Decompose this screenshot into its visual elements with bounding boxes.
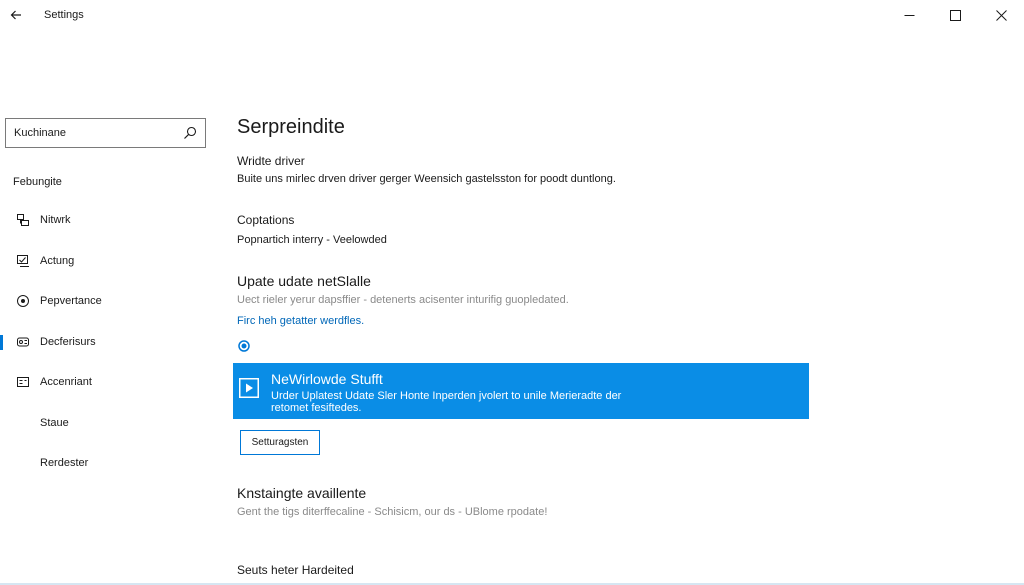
minimize-icon — [904, 14, 914, 16]
activity-icon — [17, 254, 29, 267]
sidebar-item-label: Accenriant — [40, 376, 92, 389]
sidebar: Febungite Nitwrk Actung — [0, 30, 222, 583]
close-button[interactable] — [978, 0, 1024, 30]
sidebar-item-register[interactable]: Rerdester — [0, 443, 222, 484]
sidebar-item-status[interactable]: Staue — [0, 403, 222, 444]
sidebar-item-devices[interactable]: Decferisurs — [0, 322, 222, 363]
play-icon — [239, 378, 259, 398]
settings-button[interactable]: Setturagsten — [240, 430, 320, 455]
sidebar-item-label: Staue — [40, 416, 69, 429]
main-content: Serpreindite Wridte driver Buite uns mir… — [233, 30, 1017, 583]
update-description: Uect rieler yerur dapsffier - detenerts … — [237, 294, 569, 306]
window-controls — [886, 0, 1024, 30]
driver-description: Buite uns mirlec drven driver gerger Wee… — [237, 173, 616, 185]
sidebar-item-label: Rerdester — [40, 457, 89, 470]
banner-title: NeWirlowde Stufft — [271, 371, 383, 387]
sidebar-item-performance[interactable]: Pepvertance — [0, 281, 222, 322]
search-input[interactable] — [14, 127, 184, 139]
window-title: Settings — [44, 9, 84, 21]
footer-heading: Seuts heter Hardeited — [237, 563, 354, 577]
performance-icon — [17, 295, 29, 307]
available-description: Gent the tigs diterffecaline - Schisicm,… — [237, 506, 548, 518]
page-title: Serpreindite — [237, 116, 345, 138]
sidebar-item-label: Nitwrk — [40, 214, 71, 227]
sidebar-section-label: Febungite — [13, 176, 62, 188]
network-icon — [17, 214, 29, 226]
account-icon — [17, 377, 29, 387]
available-heading: Knstaingte availlente — [237, 485, 367, 501]
sidebar-item-label: Actung — [40, 254, 75, 267]
options-heading: Coptations — [237, 213, 295, 227]
maximize-button[interactable] — [932, 0, 978, 30]
sidebar-item-network[interactable]: Nitwrk — [0, 200, 222, 241]
driver-heading: Wridte driver — [237, 154, 305, 168]
title-bar: Settings — [0, 0, 1024, 30]
search-box[interactable] — [5, 118, 206, 148]
search-icon[interactable] — [183, 126, 197, 140]
minimize-button[interactable] — [886, 0, 932, 30]
status-dot-icon — [238, 340, 250, 352]
settings-window: Settings Kuchinane Febungite Nitwrk Actu… — [0, 0, 1024, 585]
update-banner[interactable]: NeWirlowde Stufft Urder Uplatest Udate S… — [233, 363, 809, 419]
sidebar-item-activity[interactable]: Actung — [0, 241, 222, 282]
update-heading: Upate udate netSlalle — [237, 273, 371, 289]
sidebar-item-label: Decferisurs — [40, 335, 96, 348]
back-button[interactable] — [4, 2, 28, 28]
devices-icon — [17, 337, 29, 346]
close-icon — [995, 9, 1007, 21]
maximize-icon — [949, 9, 961, 21]
sidebar-item-account[interactable]: Accenriant — [0, 362, 222, 403]
options-value: Popnartich interry - Veelowded — [237, 234, 387, 246]
arrow-left-icon — [10, 10, 21, 20]
sidebar-item-label: Pepvertance — [40, 295, 102, 308]
banner-description: Urder Uplatest Udate Sler Honte Inperden… — [271, 390, 622, 414]
update-link[interactable]: Firc heh getatter werdfles. — [237, 315, 364, 327]
sidebar-nav: Nitwrk Actung Pepvertance Decferisurs Ac… — [0, 200, 222, 484]
